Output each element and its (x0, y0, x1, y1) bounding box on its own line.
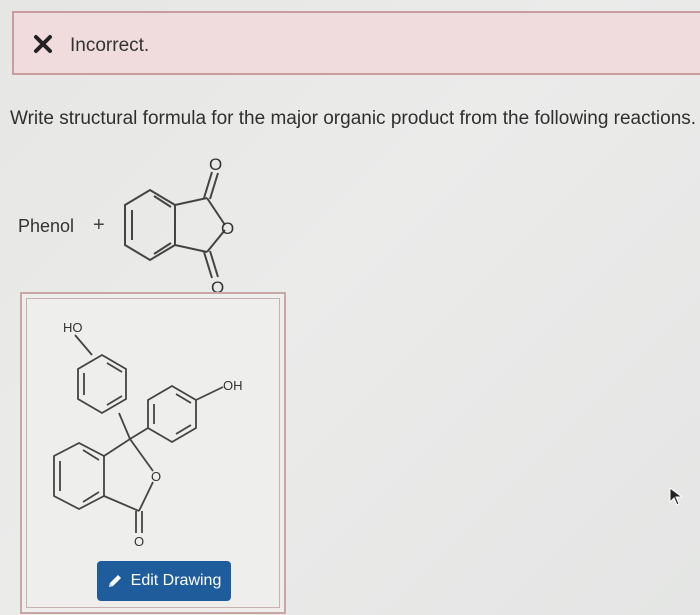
atom-ho: HO (63, 320, 83, 335)
edit-drawing-label: Edit Drawing (130, 572, 222, 589)
pencil-icon (108, 575, 121, 587)
reactant-phenol-label: Phenol (18, 216, 75, 236)
anhydride-oxygen-ring: O (221, 219, 234, 238)
answer-drawing-box: HO OH O O Edit Drawing (20, 292, 286, 614)
plus-sign: + (93, 214, 105, 236)
x-icon (34, 35, 52, 53)
anhydride-oxygen-top: O (209, 155, 222, 174)
atom-oh: OH (223, 378, 243, 393)
feedback-message: Incorrect. (70, 35, 150, 56)
atom-ring-oxygen: O (151, 469, 161, 484)
answer-drawing-area: HO OH O O Edit Drawing (26, 298, 280, 608)
phthalic-anhydride-structure: O O O (124, 155, 234, 297)
question-prompt: Write structural formula for the major o… (10, 108, 697, 129)
mouse-cursor-icon (669, 487, 684, 506)
edit-drawing-button[interactable]: Edit Drawing (97, 561, 231, 601)
atom-carbonyl-oxygen: O (134, 534, 144, 549)
feedback-banner: Incorrect. (12, 11, 700, 75)
